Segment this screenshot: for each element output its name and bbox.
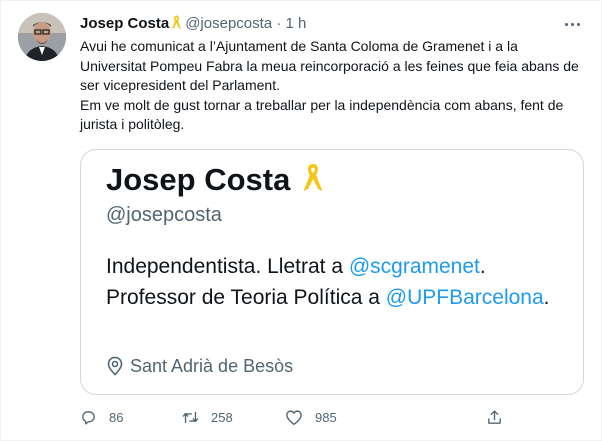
tweet-actions: 86 258 985 bbox=[80, 409, 590, 429]
bio-text: Independentista. Lletrat a bbox=[106, 255, 349, 278]
card-location: Sant Adrià de Besòs bbox=[106, 356, 293, 377]
tweet-text-line: Em ve molt de gust tornar a treballar pe… bbox=[80, 96, 564, 133]
reply-button[interactable]: 86 bbox=[80, 409, 123, 426]
share-button[interactable] bbox=[486, 409, 515, 426]
reply-icon bbox=[82, 411, 95, 425]
yellow-ribbon-icon bbox=[303, 164, 323, 191]
timestamp[interactable]: 1 h bbox=[286, 15, 307, 32]
share-icon bbox=[488, 410, 501, 424]
tweet: Josep Costa @josepcosta · 1 h Avui he com… bbox=[0, 0, 602, 441]
author-name[interactable]: Josep Costa bbox=[80, 15, 169, 32]
bio-text: . bbox=[543, 285, 550, 309]
card-name-text: Josep Costa bbox=[106, 162, 291, 197]
card-handle: @josepcosta bbox=[106, 204, 222, 226]
retweet-button[interactable]: 258 bbox=[182, 409, 233, 426]
heart-icon bbox=[286, 410, 302, 425]
more-options-icon[interactable] bbox=[561, 15, 585, 35]
tweet-header: Josep Costa @josepcosta · 1 h bbox=[80, 15, 561, 35]
location-text: Sant Adrià de Besòs bbox=[130, 356, 294, 376]
like-button[interactable]: 985 bbox=[285, 409, 337, 426]
like-count: 985 bbox=[315, 410, 337, 425]
card-name: Josep Costa bbox=[106, 162, 324, 198]
mention-link[interactable]: @scgramenet bbox=[349, 255, 480, 278]
reply-count: 86 bbox=[109, 410, 124, 425]
location-pin-icon bbox=[107, 356, 123, 376]
profile-card[interactable]: Josep Costa @josepcosta Independentista.… bbox=[80, 149, 584, 395]
tweet-text: Avui he comunicat a l’Ajuntament de Sant… bbox=[80, 37, 585, 135]
tweet-text-line: Avui he comunicat a l’Ajuntament de Sant… bbox=[80, 38, 579, 93]
yellow-ribbon-icon bbox=[172, 15, 182, 29]
card-bio: Independentista. Lletrat a @scgramenet. … bbox=[106, 252, 566, 313]
avatar[interactable] bbox=[18, 13, 66, 61]
mention-link[interactable]: @UPFBarcelona bbox=[386, 286, 544, 309]
author-handle[interactable]: @josepcosta bbox=[185, 15, 272, 32]
retweet-count: 258 bbox=[211, 410, 233, 425]
separator: · bbox=[276, 15, 282, 32]
retweet-icon bbox=[182, 411, 199, 424]
